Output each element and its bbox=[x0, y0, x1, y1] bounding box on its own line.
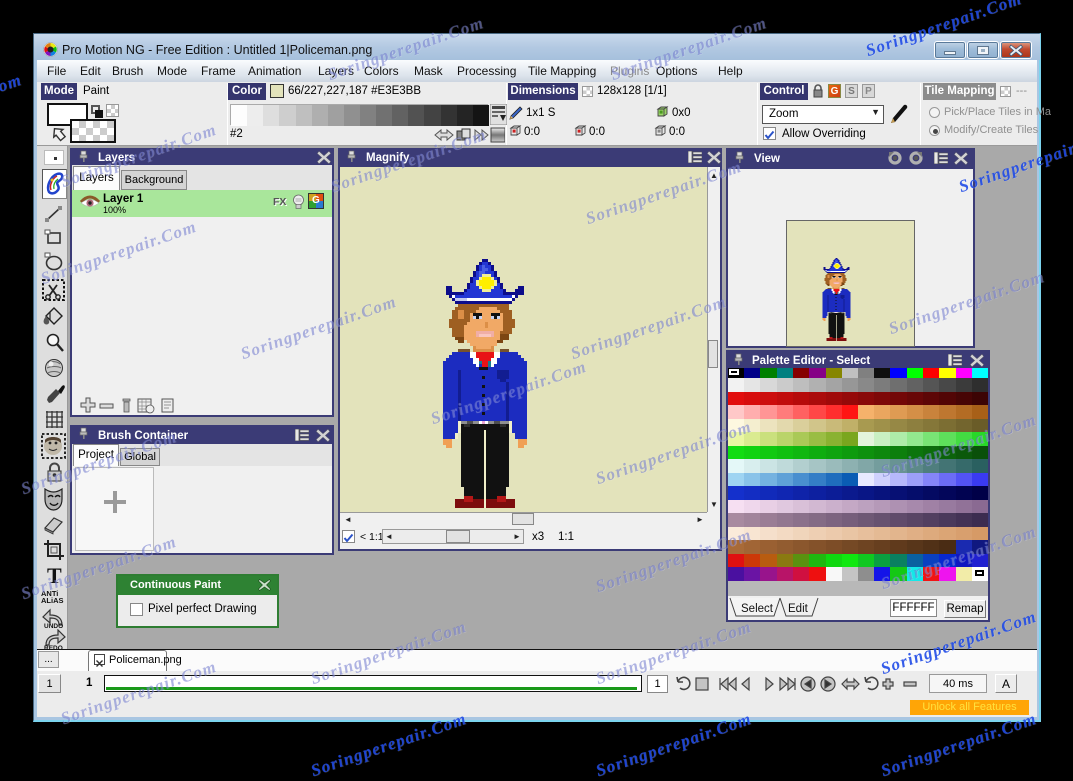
svg-text:Edit: Edit bbox=[788, 603, 809, 615]
svg-text:Select: Select bbox=[741, 603, 774, 615]
